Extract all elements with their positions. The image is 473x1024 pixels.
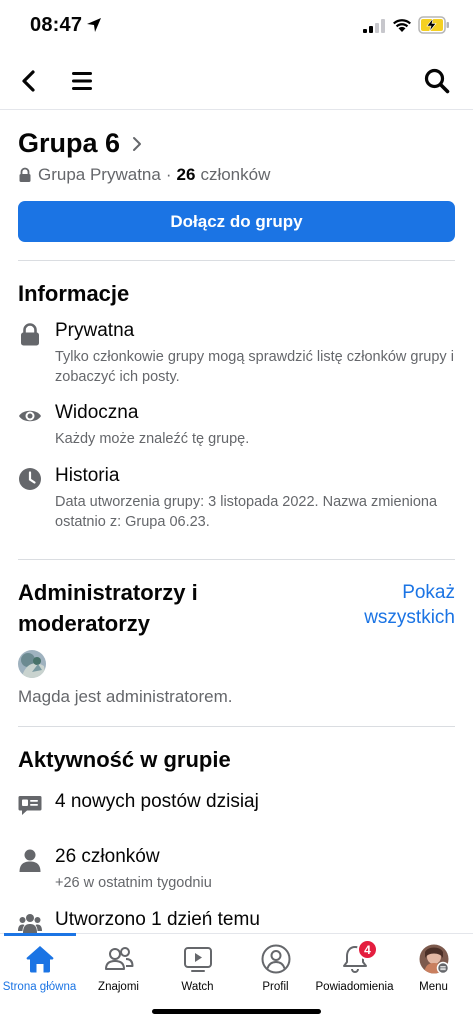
activity-description: +26 w ostatnim tygodniu	[55, 875, 212, 891]
clock-icon	[19, 468, 41, 490]
tab-label: Powiadomienia	[315, 981, 394, 993]
info-item-history: Historia Data utworzenia grupy: 3 listop…	[18, 465, 458, 530]
back-arrow-icon[interactable]	[16, 66, 42, 96]
posts-icon	[18, 796, 42, 815]
activity-item-members: 26 członków +26 w ostatnim tygodniu	[18, 846, 458, 894]
wifi-icon	[393, 19, 411, 32]
activity-item-created: Utworzono 1 dzień temu	[18, 909, 458, 935]
admin-description: Magda jest administratorem.	[18, 687, 233, 706]
chevron-right-icon	[133, 136, 142, 151]
tab-label: Menu	[419, 981, 448, 993]
show-all-admins-link[interactable]: Pokaż wszystkich	[325, 580, 455, 630]
tab-watch[interactable]: Watch	[158, 934, 237, 1004]
member-count: 26	[176, 165, 196, 184]
profile-icon	[261, 944, 290, 974]
divider	[18, 260, 455, 261]
tab-profile[interactable]: Profil	[236, 934, 315, 1004]
admins-section-title: Administratorzy i moderatorzy	[18, 580, 198, 636]
tab-label: Profil	[262, 981, 289, 993]
group-icon	[18, 914, 42, 933]
activity-item-posts: 4 nowych postów dzisiaj	[18, 791, 458, 821]
tab-label: Znajomi	[98, 981, 139, 993]
info-heading: Prywatna	[55, 320, 135, 341]
tab-label: Watch	[181, 981, 214, 993]
home-icon	[26, 946, 53, 973]
info-description: Tylko członkowie grupy mogą sprawdzić li…	[55, 349, 454, 385]
tab-label: Strona główna	[2, 981, 77, 993]
person-icon	[19, 849, 41, 872]
home-indicator	[152, 1009, 321, 1014]
activity-heading: Utworzono 1 dzień temu	[55, 909, 260, 930]
info-item-visible: Widoczna Każdy może znaleźć tę grupę.	[18, 402, 458, 450]
divider	[18, 726, 455, 727]
join-group-button[interactable]: Dołącz do grupy	[18, 201, 455, 242]
meta-separator: ·	[165, 165, 172, 184]
tab-notifications[interactable]: Powiadomienia	[315, 934, 394, 1004]
lock-icon	[21, 323, 39, 346]
location-arrow-icon	[87, 18, 101, 32]
status-bar: 08:47	[0, 0, 473, 52]
info-heading: Widoczna	[55, 402, 139, 423]
tab-home[interactable]: Strona główna	[0, 934, 79, 1004]
eye-icon	[19, 410, 41, 422]
battery-charging-icon	[418, 16, 449, 34]
bottom-tab-bar: Strona główna Znajomi Watch Profil Powia…	[0, 933, 473, 1003]
activity-heading: 4 nowych postów dzisiaj	[55, 791, 259, 812]
group-privacy: Grupa Prywatna	[38, 165, 161, 184]
notifications-badge: 4	[357, 939, 378, 960]
info-section-title: Informacje	[18, 281, 130, 306]
avatar	[419, 944, 449, 974]
search-icon[interactable]	[422, 66, 452, 96]
tab-friends[interactable]: Znajomi	[79, 934, 158, 1004]
member-label: członków	[200, 165, 271, 184]
info-item-private: Prywatna Tylko członkowie grupy mogą spr…	[18, 320, 458, 385]
group-meta: Grupa Prywatna · 26 członków	[18, 165, 270, 185]
status-time: 08:47	[30, 14, 83, 36]
avatar[interactable]	[18, 650, 46, 678]
nav-bar	[0, 52, 473, 110]
group-name: Grupa 6	[18, 128, 121, 158]
group-title[interactable]: Grupa 6	[18, 128, 144, 159]
activity-section-title: Aktywność w grupie	[18, 747, 231, 772]
divider	[18, 559, 455, 560]
lock-icon	[19, 167, 31, 182]
tab-menu[interactable]: Menu	[394, 934, 473, 1004]
activity-heading: 26 członków	[55, 846, 160, 867]
friends-icon	[104, 947, 133, 970]
watch-icon	[183, 947, 212, 972]
info-heading: Historia	[55, 465, 120, 486]
hamburger-menu-icon[interactable]	[70, 68, 96, 94]
info-description: Data utworzenia grupy: 3 listopada 2022.…	[55, 494, 438, 530]
info-description: Każdy może znaleźć tę grupę.	[55, 431, 250, 447]
cellular-signal-icon	[363, 19, 385, 33]
